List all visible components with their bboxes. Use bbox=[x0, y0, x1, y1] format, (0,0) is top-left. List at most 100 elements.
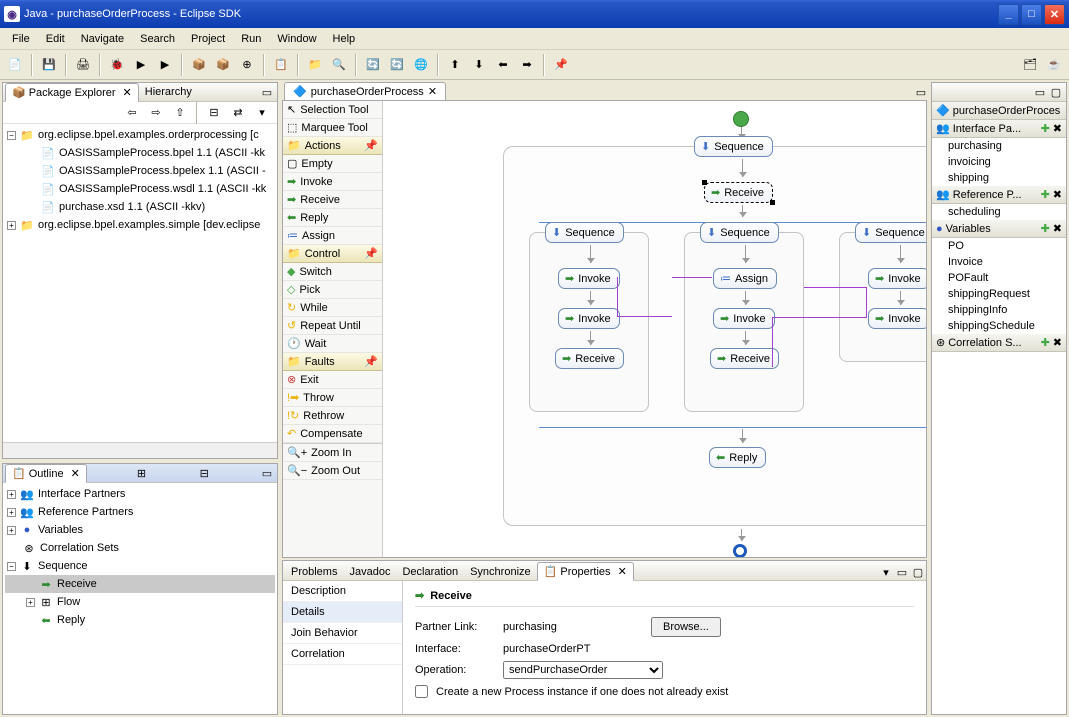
partner-item[interactable]: invoicing bbox=[932, 154, 1066, 170]
palette-repeat[interactable]: ↺Repeat Until bbox=[283, 317, 382, 335]
outline-item[interactable]: +⊞Flow bbox=[5, 593, 275, 611]
menu-window[interactable]: Window bbox=[269, 31, 324, 47]
palette-invoke[interactable]: ➡Invoke bbox=[283, 173, 382, 191]
perspective-button[interactable]: 🗂 bbox=[1019, 54, 1041, 76]
maximize-icon[interactable]: ▢ bbox=[1048, 84, 1064, 100]
palette-receive[interactable]: ➡Receive bbox=[283, 191, 382, 209]
prop-nav-description[interactable]: Description bbox=[283, 581, 402, 602]
outline-item[interactable]: +👥Reference Partners bbox=[5, 503, 275, 521]
maximize-icon[interactable]: ▭ bbox=[913, 84, 929, 100]
remove-icon[interactable]: ✖ bbox=[1053, 336, 1062, 349]
tab-javadoc[interactable]: Javadoc bbox=[343, 564, 396, 580]
tab-declaration[interactable]: Declaration bbox=[396, 564, 464, 580]
forward-icon[interactable]: ⇨ bbox=[145, 102, 167, 124]
palette-cat-control[interactable]: 📁Control📌 bbox=[283, 245, 382, 263]
tree-file[interactable]: 📄 OASISSampleProcess.wsdl 1.1 (ASCII -kk bbox=[5, 180, 275, 198]
close-icon[interactable]: ✕ bbox=[428, 85, 437, 98]
web-button[interactable]: 🌐 bbox=[410, 54, 432, 76]
partner-item[interactable]: scheduling bbox=[932, 204, 1066, 220]
start-node[interactable] bbox=[733, 111, 749, 127]
minimize-button[interactable]: _ bbox=[998, 4, 1019, 25]
menu-project[interactable]: Project bbox=[183, 31, 233, 47]
minimize-icon[interactable]: ▭ bbox=[1032, 84, 1048, 100]
prop-nav-details[interactable]: Details bbox=[283, 602, 402, 623]
operation-select[interactable]: sendPurchaseOrder bbox=[503, 661, 663, 679]
tab-properties[interactable]: 📋 Properties ✕ bbox=[537, 562, 634, 581]
nav-fwd-button[interactable]: ➡ bbox=[516, 54, 538, 76]
palette-zoomin[interactable]: 🔍+Zoom In bbox=[283, 443, 382, 462]
refresh-button[interactable]: 🔄 bbox=[386, 54, 408, 76]
remove-icon[interactable]: ✖ bbox=[1053, 222, 1062, 235]
nav-down-button[interactable]: ⬇ bbox=[468, 54, 490, 76]
menu-file[interactable]: File bbox=[4, 31, 38, 47]
outline-item[interactable]: ⬅Reply bbox=[5, 611, 275, 629]
palette-wait[interactable]: 🕐Wait bbox=[283, 335, 382, 353]
outline-item[interactable]: +●Variables bbox=[5, 521, 275, 539]
scrollbar[interactable] bbox=[3, 442, 277, 458]
add-icon[interactable]: ✚ bbox=[1041, 122, 1050, 135]
variables-header[interactable]: ●Variables✚✖ bbox=[932, 220, 1066, 238]
back-icon[interactable]: ⇦ bbox=[121, 102, 143, 124]
tree-file[interactable]: 📄 OASISSampleProcess.bpelex 1.1 (ASCII - bbox=[5, 162, 275, 180]
palette-compensate[interactable]: ↶Compensate bbox=[283, 425, 382, 443]
close-button[interactable]: ✕ bbox=[1044, 4, 1065, 25]
prop-nav-join[interactable]: Join Behavior bbox=[283, 623, 402, 644]
palette-switch[interactable]: ◆Switch bbox=[283, 263, 382, 281]
menu-run[interactable]: Run bbox=[233, 31, 269, 47]
main-sequence-container[interactable]: ⬇Sequence ➡Receive ⬇Sequence ➡Invoke ➡In… bbox=[503, 146, 926, 526]
minimize-icon[interactable]: ▭ bbox=[259, 84, 275, 100]
folder-button[interactable]: 📁 bbox=[304, 54, 326, 76]
maximize-icon[interactable]: ▢ bbox=[910, 564, 926, 580]
expand-toggle[interactable]: + bbox=[7, 221, 16, 230]
tree-package[interactable]: − 📁 org.eclipse.bpel.examples.orderproce… bbox=[5, 126, 275, 144]
invoke-node[interactable]: ➡Invoke bbox=[713, 308, 775, 329]
bpel-canvas[interactable]: ⬇Sequence ➡Receive ⬇Sequence ➡Invoke ➡In… bbox=[383, 101, 926, 557]
browse-button[interactable]: Browse... bbox=[651, 617, 721, 637]
palette-zoomout[interactable]: 🔍−Zoom Out bbox=[283, 462, 382, 480]
palette-pick[interactable]: ◇Pick bbox=[283, 281, 382, 299]
palette-rethrow[interactable]: !↻Rethrow bbox=[283, 407, 382, 425]
minimize-icon[interactable]: ▭ bbox=[259, 465, 275, 481]
close-icon[interactable]: ✕ bbox=[618, 566, 627, 578]
print-button[interactable]: 🖨 bbox=[72, 54, 94, 76]
outline-item[interactable]: +👥Interface Partners bbox=[5, 485, 275, 503]
reference-partners-header[interactable]: 👥Reference P...✚✖ bbox=[932, 186, 1066, 204]
receive-node[interactable]: ➡Receive bbox=[555, 348, 624, 369]
palette-empty[interactable]: ▢Empty bbox=[283, 155, 382, 173]
close-icon[interactable]: ✕ bbox=[123, 86, 132, 99]
view-option-icon[interactable]: ⊟ bbox=[196, 465, 212, 481]
nav-up-button[interactable]: ⬆ bbox=[444, 54, 466, 76]
variable-item[interactable]: PO bbox=[932, 238, 1066, 254]
invoke-node[interactable]: ➡Invoke bbox=[868, 308, 926, 329]
partner-item[interactable]: shipping bbox=[932, 170, 1066, 186]
collapse-toggle[interactable]: − bbox=[7, 131, 16, 140]
run-last-button[interactable]: ▶ bbox=[154, 54, 176, 76]
new-class-button[interactable]: 📦 bbox=[212, 54, 234, 76]
palette-exit[interactable]: ⊗Exit bbox=[283, 371, 382, 389]
invoke-node[interactable]: ➡Invoke bbox=[868, 268, 926, 289]
reply-node[interactable]: ⬅Reply bbox=[709, 447, 766, 468]
new-package-button[interactable]: 📦 bbox=[188, 54, 210, 76]
sequence-node[interactable]: ⬇Sequence bbox=[700, 222, 779, 243]
tab-synchronize[interactable]: Synchronize bbox=[464, 564, 537, 580]
outline-item-receive[interactable]: ➡Receive bbox=[5, 575, 275, 593]
link-icon[interactable]: ⇄ bbox=[227, 102, 249, 124]
prop-nav-correlation[interactable]: Correlation bbox=[283, 644, 402, 665]
assign-node[interactable]: ≔Assign bbox=[713, 268, 777, 289]
partner-item[interactable]: purchasing bbox=[932, 138, 1066, 154]
maximize-button[interactable]: □ bbox=[1021, 4, 1042, 25]
outline-item[interactable]: ⊛Correlation Sets bbox=[5, 539, 275, 557]
run-button[interactable]: ▶ bbox=[130, 54, 152, 76]
interface-partners-header[interactable]: 👥Interface Pa...✚✖ bbox=[932, 120, 1066, 138]
invoke-node[interactable]: ➡Invoke bbox=[558, 268, 620, 289]
menu-icon[interactable]: ▾ bbox=[878, 564, 894, 580]
menu-icon[interactable]: ▾ bbox=[251, 102, 273, 124]
new-type-button[interactable]: ⊕ bbox=[236, 54, 258, 76]
debug-button[interactable]: 🐞 bbox=[106, 54, 128, 76]
variable-item[interactable]: POFault bbox=[932, 270, 1066, 286]
open-type-button[interactable]: 📋 bbox=[270, 54, 292, 76]
sequence-node[interactable]: ⬇Sequence bbox=[694, 136, 773, 157]
create-instance-checkbox[interactable] bbox=[415, 685, 428, 698]
end-node[interactable] bbox=[733, 544, 747, 557]
receive-node[interactable]: ➡Receive bbox=[710, 348, 779, 369]
